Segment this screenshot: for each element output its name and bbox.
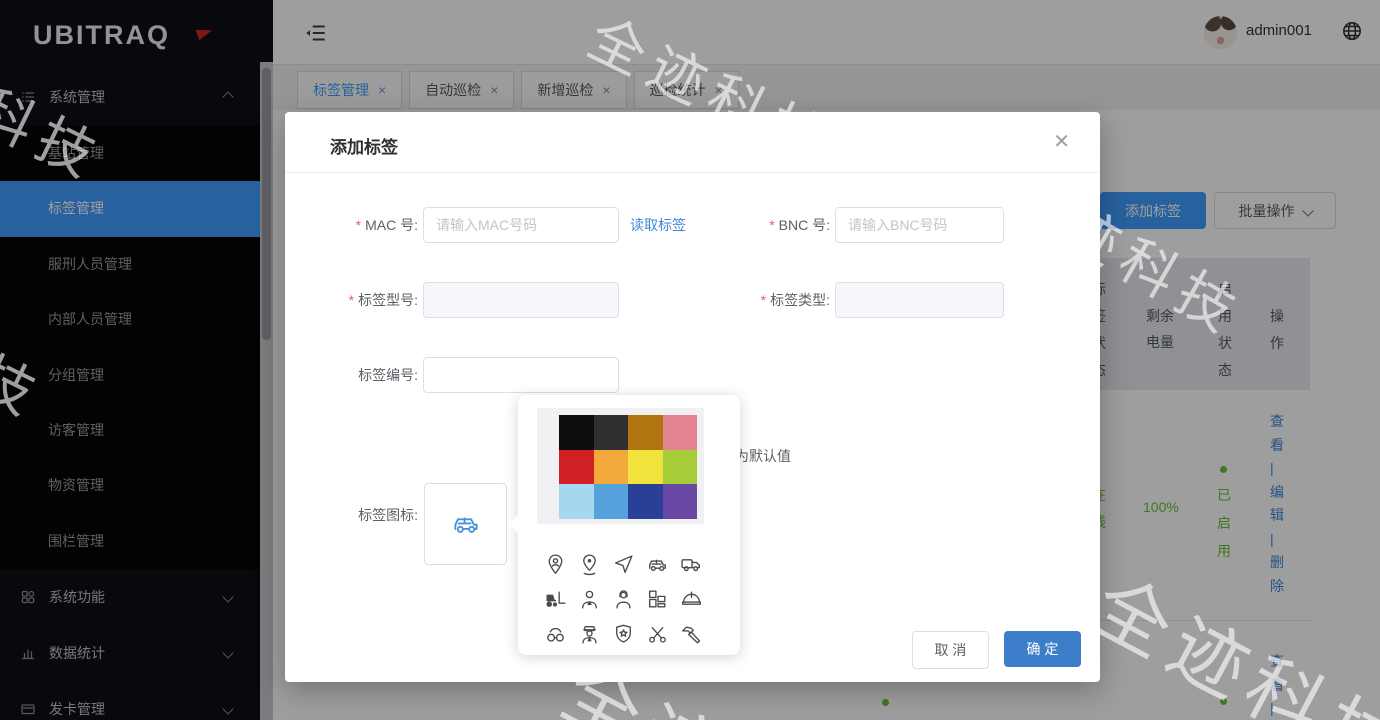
color-swatch-1[interactable] bbox=[594, 415, 629, 450]
required-mark: * bbox=[349, 292, 354, 308]
tag-type-label: *标签类型: bbox=[715, 282, 830, 318]
truck-icon[interactable] bbox=[679, 552, 704, 577]
hammer-icon[interactable] bbox=[679, 622, 704, 647]
required-mark: * bbox=[356, 217, 361, 233]
tag-icon-label: 标签图标: bbox=[303, 497, 418, 533]
color-swatch-4[interactable] bbox=[559, 450, 594, 485]
color-swatch-11[interactable] bbox=[663, 484, 698, 519]
selected-tag-icon-box[interactable] bbox=[424, 483, 507, 565]
location-pin-icon[interactable] bbox=[577, 552, 602, 577]
police-officer-icon[interactable] bbox=[577, 622, 602, 647]
icon-grid bbox=[538, 547, 708, 652]
tag-model-input[interactable] bbox=[423, 282, 619, 318]
mac-input[interactable] bbox=[423, 207, 619, 243]
goods-shelf-icon[interactable] bbox=[645, 587, 670, 612]
tag-type-input[interactable] bbox=[835, 282, 1004, 318]
shield-badge-icon[interactable] bbox=[611, 622, 636, 647]
close-icon[interactable]: ✕ bbox=[1053, 132, 1070, 152]
forklift-icon[interactable] bbox=[543, 587, 568, 612]
mac-label: *MAC 号: bbox=[303, 207, 418, 243]
scissors-icon[interactable] bbox=[645, 622, 670, 647]
add-tag-dialog: 添加标签 ✕ *MAC 号: 读取标签 *BNC 号: *标签型号: *标签类型… bbox=[285, 112, 1100, 682]
required-mark: * bbox=[761, 292, 766, 308]
man-icon[interactable] bbox=[577, 587, 602, 612]
tag-code-input[interactable] bbox=[423, 357, 619, 393]
color-swatch-7[interactable] bbox=[663, 450, 698, 485]
tag-model-label: *标签型号: bbox=[303, 282, 418, 318]
color-swatch-2[interactable] bbox=[628, 415, 663, 450]
confirm-button[interactable]: 确 定 bbox=[1004, 631, 1081, 667]
default-color-hint: 为默认值 bbox=[735, 446, 791, 466]
tag-code-label: 标签编号: bbox=[303, 357, 418, 393]
color-swatch-5[interactable] bbox=[594, 450, 629, 485]
color-swatch-0[interactable] bbox=[559, 415, 594, 450]
dialog-title: 添加标签 bbox=[330, 133, 398, 158]
bnc-input[interactable] bbox=[835, 207, 1004, 243]
hard-hat-icon[interactable] bbox=[679, 587, 704, 612]
person-pin-icon[interactable] bbox=[543, 552, 568, 577]
popup-arrow bbox=[509, 515, 518, 533]
car-icon bbox=[449, 507, 483, 541]
cancel-button[interactable]: 取 消 bbox=[912, 631, 989, 669]
handcuffs-icon[interactable] bbox=[543, 622, 568, 647]
color-swatch-panel bbox=[537, 408, 704, 524]
app-root: UBITRAQ 系统管理 基站管理标签管理服刑人员管理内部人员管理分组管理访客管… bbox=[0, 0, 1380, 720]
color-swatch-6[interactable] bbox=[628, 450, 663, 485]
woman-icon[interactable] bbox=[611, 587, 636, 612]
color-swatch-9[interactable] bbox=[594, 484, 629, 519]
required-mark: * bbox=[769, 217, 774, 233]
read-tag-link[interactable]: 读取标签 bbox=[630, 207, 686, 243]
navigation-icon[interactable] bbox=[611, 552, 636, 577]
car-icon[interactable] bbox=[645, 552, 670, 577]
icon-color-picker-popup bbox=[518, 395, 740, 655]
color-swatch-3[interactable] bbox=[663, 415, 698, 450]
dialog-header-divider bbox=[285, 172, 1100, 173]
color-swatch-10[interactable] bbox=[628, 484, 663, 519]
color-swatch-8[interactable] bbox=[559, 484, 594, 519]
bnc-label: *BNC 号: bbox=[715, 207, 830, 243]
color-swatch-grid bbox=[559, 415, 697, 519]
